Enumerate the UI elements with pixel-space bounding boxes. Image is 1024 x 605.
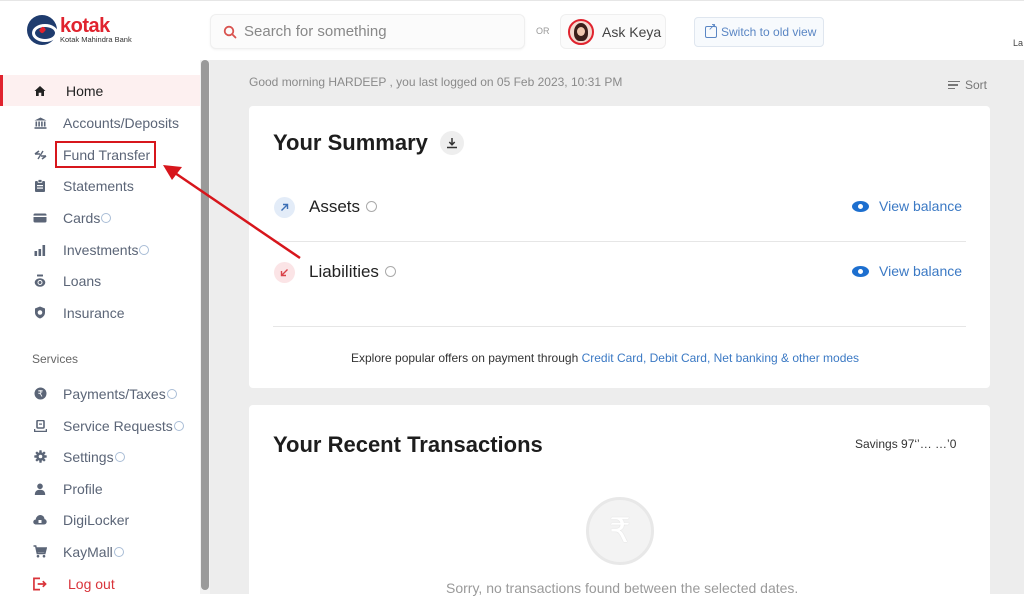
clipboard-icon [33,179,47,193]
rupee-icon: ₹ [586,497,654,565]
sidebar-item-settings[interactable]: Settings [0,441,200,472]
info-icon[interactable] [173,420,184,431]
sidebar-item-home[interactable]: Home [0,75,200,106]
logout-icon [33,577,47,591]
sidebar-item-label: DigiLocker [63,511,130,528]
liabilities-label: Liabilities [309,262,379,281]
transfer-icon [33,148,47,162]
sidebar-item-label: Statements [63,177,134,194]
gear-icon [33,450,47,464]
sidebar-item-label: KayMall [63,543,113,560]
rupee-circle-icon: ₹ [33,387,47,401]
top-bar: kotak Kotak Mahindra Bank OR Ask Keya Sw… [0,0,1024,60]
or-separator: OR [536,26,550,36]
sidebar-item-label: Settings [63,448,114,465]
liabilities-view-balance-link[interactable]: View balance [852,263,962,279]
search-icon [223,25,237,38]
sidebar-item-label: Insurance [63,304,125,321]
money-bag-icon [33,274,47,288]
cloud-lock-icon [33,513,47,527]
sidebar-item-kaymall[interactable]: KayMall [0,536,200,567]
summary-divider [273,326,966,327]
cart-icon [33,545,47,559]
sidebar-scrollbar-thumb[interactable] [201,60,209,590]
logo-brand: kotak [60,15,110,38]
view-balance-label: View balance [879,263,963,279]
view-balance-label: View balance [879,198,963,214]
services-heading: Services [32,352,79,366]
summary-title: Your Summary [273,130,428,155]
liabilities-arrow-icon [274,262,295,283]
search-input[interactable] [244,23,504,40]
account-selector[interactable]: Savings 97‘’… …’0 [855,437,956,451]
external-link-icon [705,22,717,38]
download-icon [447,138,457,149]
offers-prefix: Explore popular offers on payment throug… [351,351,582,365]
sort-icon [948,79,960,92]
sidebar-item-profile[interactable]: Profile [0,473,200,504]
info-icon[interactable] [166,388,177,399]
home-icon [33,84,47,98]
transactions-title: Your Recent Transactions [273,432,543,457]
eye-icon [852,200,869,212]
offers-link[interactable]: Credit Card, Debit Card, Net banking & o… [582,351,859,365]
eye-icon [852,265,869,277]
summary-divider [273,241,966,242]
keya-avatar [568,18,594,45]
assets-arrow-icon [274,197,295,218]
offers-text: Explore popular offers on payment throug… [351,351,859,365]
info-icon[interactable] [113,546,124,557]
sidebar-item-insurance[interactable]: Insurance [0,297,200,328]
ask-keya-label: Ask Keya [602,23,662,40]
svg-text:₹: ₹ [37,390,42,400]
sidebar-item-label: Loans [63,272,102,289]
sidebar-item-label: Profile [63,480,103,497]
sidebar-item-digilocker[interactable]: DigiLocker [0,504,200,535]
sidebar-item-cards[interactable]: Cards [0,202,200,233]
sort-label: Sort [965,78,988,92]
sidebar-item-label: Service Requests [63,417,173,434]
sidebar-item-label: Cards [63,209,101,226]
switch-old-view-button[interactable]: Switch to old view [694,17,824,47]
sidebar-item-label: Home [66,82,104,99]
ask-keya-button[interactable]: Ask Keya [560,14,666,49]
language-selector[interactable]: La [1013,38,1023,48]
logout-button[interactable]: Log out [0,568,200,599]
download-summary-button[interactable] [440,131,464,155]
assets-view-balance-link[interactable]: View balance [852,198,962,214]
info-icon[interactable] [384,266,396,278]
card-icon [33,211,47,225]
greeting-text: Good morning HARDEEP , you last logged o… [249,75,623,89]
bank-icon [33,116,47,130]
switch-old-view-label: Switch to old view [721,25,817,39]
sidebar-item-loans[interactable]: Loans [0,265,200,296]
assets-label: Assets [309,197,361,216]
kotak-logo[interactable]: kotak Kotak Mahindra Bank [27,15,132,45]
person-icon [33,482,47,496]
logo-subtitle: Kotak Mahindra Bank [60,35,132,45]
fund-transfer-highlight-box [55,141,156,168]
bar-chart-icon [33,243,47,257]
info-icon[interactable] [366,201,378,213]
sidebar-item-service-requests[interactable]: Service Requests [0,410,200,441]
sidebar-item-label: Investments [63,241,139,258]
sidebar-item-investments[interactable]: Investments [0,234,200,265]
sidebar-item-payments-taxes[interactable]: ₹ Payments/Taxes [0,378,200,409]
shield-icon [33,306,47,320]
sidebar-item-label: Accounts/Deposits [63,114,179,131]
kotak-logo-icon [27,15,58,45]
info-icon[interactable] [139,244,150,255]
sort-button[interactable]: Sort [948,78,987,92]
service-desk-icon [33,419,47,433]
sidebar-item-accounts-deposits[interactable]: Accounts/Deposits [0,107,200,138]
logout-label: Log out [68,575,115,592]
search-box[interactable] [210,14,525,49]
info-icon[interactable] [101,212,112,223]
sidebar-item-statements[interactable]: Statements [0,170,200,201]
info-icon[interactable] [114,451,125,462]
sidebar-item-label: Payments/Taxes [63,385,166,402]
